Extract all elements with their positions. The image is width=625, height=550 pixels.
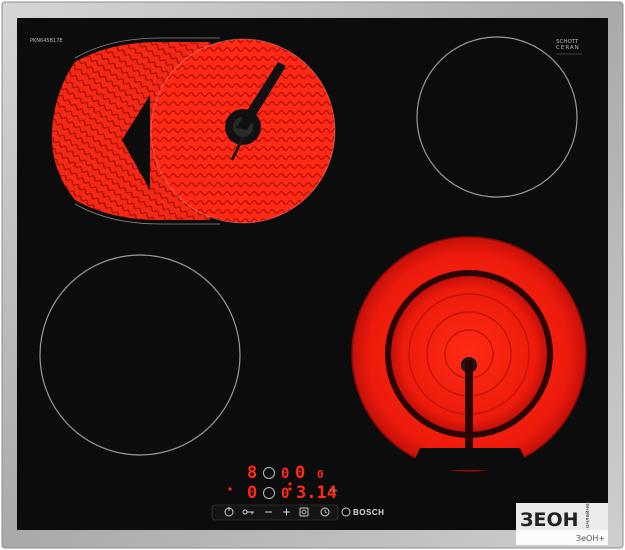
watermark-line3: ЗеОН+ [576, 534, 605, 543]
zone-rear-left [51, 37, 336, 225]
display-zone-b: 0 [295, 463, 305, 483]
zone-front-right-terminal-cutout [410, 448, 530, 470]
display-row2-zone-a: 0 [247, 483, 257, 503]
display-zone-a: 8 [247, 463, 257, 483]
schott-logo-line2: CERAN [556, 45, 580, 51]
display-row2-sep: 0 [281, 486, 289, 502]
cooktop: PKN645B17E SCHOTT CERAN 8 0 0 0 0 0 3.14… [1, 1, 624, 549]
zone-front-right [351, 236, 587, 472]
watermark: ЗЕОН онлайнер ЗеОН+ [516, 500, 608, 545]
control-bar [211, 504, 339, 521]
model-code: PKN645B17E [30, 38, 63, 44]
brand-name: BOSCH [353, 508, 384, 517]
display-timer: 3.14 [296, 483, 337, 503]
display-sep-2: 0 [317, 468, 324, 481]
watermark-line2: онлайнер [584, 500, 591, 528]
display-sep-1: 0 [281, 466, 289, 482]
watermark-line1: ЗЕОН [520, 509, 579, 531]
timer-label: min [330, 488, 338, 493]
